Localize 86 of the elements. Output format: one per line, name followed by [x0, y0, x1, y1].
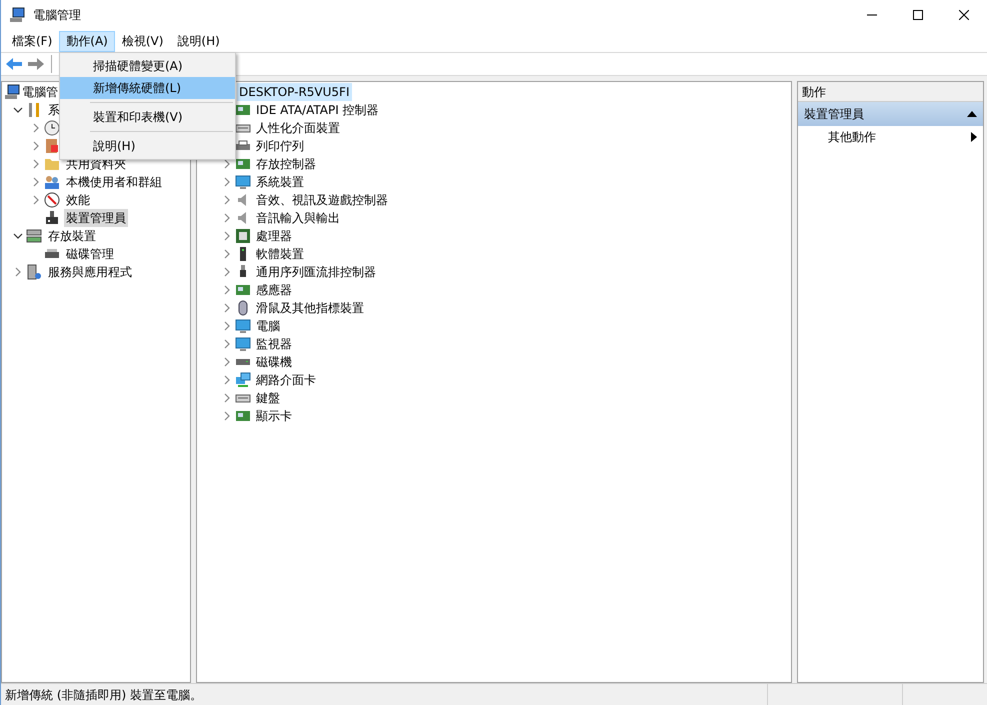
menu-item[interactable]: 說明(H)	[60, 135, 235, 157]
processor-icon	[235, 228, 251, 244]
tree-item[interactable]: 服務與應用程式	[46, 263, 134, 281]
chevron-right-icon[interactable]	[222, 249, 232, 259]
tree-item[interactable]: 存放控制器	[256, 155, 316, 173]
pane-header: 動作	[798, 82, 983, 102]
tree-item[interactable]: 軟體裝置	[256, 245, 304, 263]
tree-item[interactable]: IDE ATA/ATAPI 控制器	[256, 101, 379, 119]
chevron-right-icon[interactable]	[222, 393, 232, 403]
menu-item[interactable]: 動作(A)	[59, 30, 115, 52]
menu-item[interactable]: 檔案(F)	[5, 30, 60, 52]
storage-icon	[26, 228, 42, 244]
status-text: 新增傳統 (非隨插即用) 裝置至電腦。	[4, 686, 203, 704]
chevron-right-icon[interactable]	[222, 285, 232, 295]
computer-icon	[4, 84, 20, 100]
chevron-right-icon[interactable]	[222, 357, 232, 367]
forward-button[interactable]	[27, 56, 45, 72]
forward-arrow-icon	[27, 56, 45, 72]
tree-item[interactable]: 通用序列匯流排控制器	[256, 263, 376, 281]
tree-item[interactable]: 電腦	[256, 317, 280, 335]
chevron-right-icon[interactable]	[222, 177, 232, 187]
computer-icon	[9, 7, 25, 23]
tree-item[interactable]: 本機使用者和群組	[64, 173, 164, 191]
close-icon	[959, 10, 969, 20]
tree-item[interactable]: 網路介面卡	[256, 371, 316, 389]
menu-item[interactable]: 說明(H)	[170, 30, 227, 52]
tree-item[interactable]: 感應器	[256, 281, 292, 299]
chevron-right-icon[interactable]	[31, 195, 41, 205]
menu-item[interactable]: 掃描硬體變更(A)	[60, 55, 235, 77]
chevron-right-icon[interactable]	[222, 321, 232, 331]
back-button[interactable]	[5, 56, 23, 72]
disk-drive-icon	[235, 359, 251, 365]
tree-item[interactable]: 處理器	[256, 227, 292, 245]
chevron-right-icon[interactable]	[31, 123, 41, 133]
chevron-right-icon[interactable]	[31, 177, 41, 187]
tree-item[interactable]: 裝置管理員	[64, 209, 128, 227]
network-icon	[235, 372, 251, 388]
chevron-right-icon[interactable]	[222, 303, 232, 313]
chevron-right-icon[interactable]	[13, 267, 23, 277]
tree-item[interactable]: 存放裝置	[46, 227, 98, 245]
chevron-right-icon[interactable]	[222, 159, 232, 169]
chevron-right-icon[interactable]	[31, 141, 41, 151]
maximize-icon	[913, 10, 923, 20]
tree-item[interactable]: 系	[46, 101, 62, 119]
menu-item[interactable]: 新增傳統硬體(L)	[60, 77, 235, 99]
chevron-right-icon[interactable]	[222, 375, 232, 385]
tree-item[interactable]: 磁碟管理	[64, 245, 116, 263]
tree-item[interactable]: 音訊輸入與輸出	[256, 209, 340, 227]
chevron-right-icon[interactable]	[31, 159, 41, 169]
monitor-icon	[235, 318, 251, 334]
tree-item[interactable]: 效能	[64, 191, 92, 209]
tree-item[interactable]: 鍵盤	[256, 389, 280, 407]
back-arrow-icon	[5, 56, 23, 72]
submenu-arrow-icon	[971, 132, 977, 142]
folder-icon	[44, 156, 60, 172]
menu-item[interactable]: 檢視(V)	[114, 30, 170, 52]
tree-item[interactable]: 列印佇列	[256, 137, 304, 155]
chevron-down-icon[interactable]	[13, 231, 23, 241]
tree-item[interactable]: 電腦管	[22, 83, 58, 101]
window-title: 電腦管理	[33, 7, 81, 24]
chevron-down-icon[interactable]	[13, 105, 23, 115]
chevron-right-icon[interactable]	[222, 339, 232, 349]
action-link[interactable]: 其他動作	[798, 126, 983, 148]
monitor-icon	[235, 174, 251, 190]
circuit-board-icon	[235, 408, 251, 424]
collapse-triangle-icon	[967, 111, 977, 117]
circuit-board-icon	[235, 282, 251, 298]
section-header[interactable]: 裝置管理員	[798, 102, 983, 126]
monitor-icon	[235, 336, 251, 352]
tree-item[interactable]: 系統裝置	[256, 173, 304, 191]
users-icon	[44, 174, 60, 190]
tree-item[interactable]: 磁碟機	[256, 353, 292, 371]
circuit-board-icon	[235, 156, 251, 172]
tree-item[interactable]: 人性化介面裝置	[256, 119, 340, 137]
tree-item[interactable]: 音效、視訊及遊戲控制器	[256, 191, 388, 209]
chevron-right-icon[interactable]	[222, 267, 232, 277]
tree-item[interactable]: 顯示卡	[256, 407, 292, 425]
tree-item[interactable]: 滑鼠及其他指標裝置	[256, 299, 364, 317]
chevron-right-icon[interactable]	[222, 195, 232, 205]
circuit-board-icon	[235, 102, 251, 118]
menu-item[interactable]: 裝置和印表機(V)	[60, 106, 235, 128]
chevron-right-icon[interactable]	[222, 231, 232, 241]
tree-item[interactable]: DESKTOP-R5VU5FI	[237, 83, 352, 101]
chevron-right-icon[interactable]	[222, 213, 232, 223]
chevron-right-icon[interactable]	[222, 411, 232, 421]
tree-item[interactable]: 監視器	[256, 335, 292, 353]
